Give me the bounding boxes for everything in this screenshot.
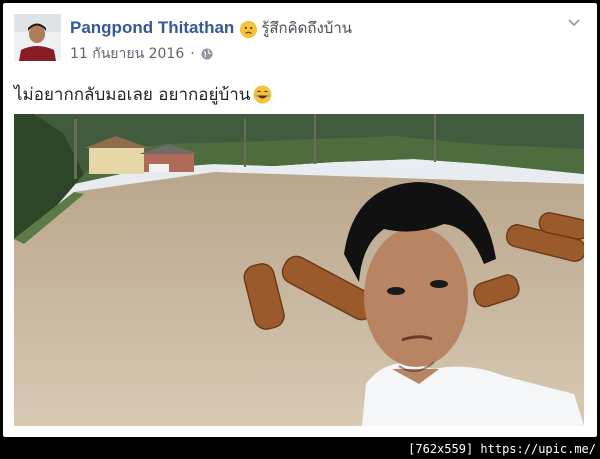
author-name[interactable]: Pangpond Thitathan (70, 18, 234, 38)
image-watermark: [762x559] https://upic.me/ (408, 442, 596, 456)
meta-separator: · (190, 46, 195, 62)
post-date[interactable]: 11 กันยายน 2016 (70, 43, 184, 65)
laughing-face-icon (253, 85, 272, 104)
chevron-down-icon[interactable] (566, 14, 582, 30)
globe-icon[interactable] (201, 48, 213, 60)
author-avatar[interactable] (14, 14, 61, 61)
post-meta: 11 กันยายน 2016 · (70, 43, 213, 65)
post-text: ไม่อยากกลับมอเลย อยากอยู่บ้าน (14, 81, 272, 108)
feeling-text: รู้สึกคิดถึงบ้าน (261, 19, 353, 37)
sad-face-icon (240, 20, 258, 38)
post-text-content: ไม่อยากกลับมอเลย อยากอยู่บ้าน (14, 85, 251, 105)
post-header-line: Pangpond Thitathan รู้สึกคิดถึงบ้าน (70, 16, 352, 40)
post-card: Pangpond Thitathan รู้สึกคิดถึงบ้าน 11 ก… (3, 3, 597, 437)
post-photo[interactable] (14, 114, 584, 426)
